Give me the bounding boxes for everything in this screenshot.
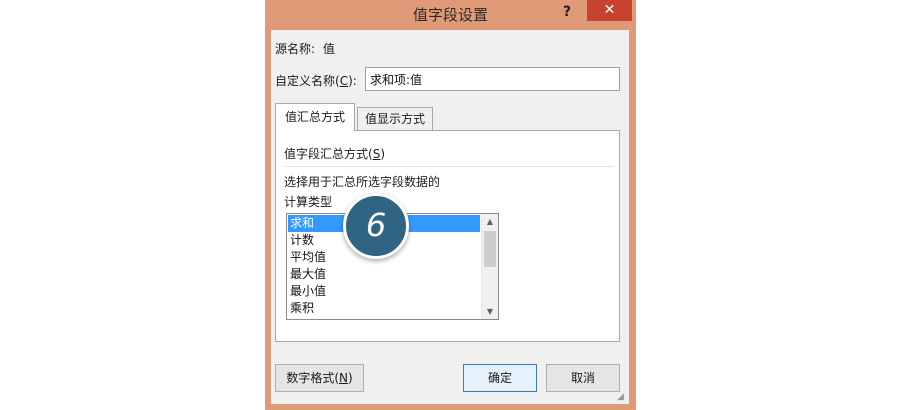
resize-grip-icon[interactable]: ◢ bbox=[617, 392, 627, 402]
custom-name-input[interactable]: 求和项:值 bbox=[365, 67, 620, 91]
dialog-window: 值字段设置 ? ✕ 源名称: 值 自定义名称(C): 求和项:值 值汇总方式 值… bbox=[265, 0, 636, 410]
number-format-button[interactable]: 数字格式(N) bbox=[275, 364, 364, 392]
source-name-label: 源名称: 值 bbox=[275, 40, 335, 57]
number-format-hotkey: N bbox=[339, 371, 348, 385]
list-item[interactable]: 最大值 bbox=[288, 266, 480, 283]
ok-button[interactable]: 确定 bbox=[463, 364, 537, 392]
list-item[interactable]: 最小值 bbox=[288, 283, 480, 300]
tab-show-values-as[interactable]: 值显示方式 bbox=[357, 107, 433, 131]
custom-name-label-pre: 自定义名称( bbox=[275, 74, 340, 88]
vertical-scrollbar[interactable]: ▲ ▼ bbox=[481, 214, 498, 319]
custom-name-label-post: ): bbox=[348, 74, 357, 88]
calc-type-label: 计算类型 bbox=[284, 195, 333, 209]
source-name-label-text: 源名称: bbox=[275, 42, 316, 56]
scroll-thumb[interactable] bbox=[484, 231, 496, 267]
number-format-pre: 数字格式( bbox=[286, 371, 339, 385]
tab-panel: 值字段汇总方式(S) 选择用于汇总所选字段数据的 计算类型 求和 计数 平均值 … bbox=[275, 130, 620, 342]
section-heading-pre: 值字段汇总方式( bbox=[284, 147, 373, 161]
dialog-body: 源名称: 值 自定义名称(C): 求和项:值 值汇总方式 值显示方式 值字段汇总… bbox=[271, 30, 629, 404]
cancel-button[interactable]: 取消 bbox=[546, 364, 620, 392]
scroll-down-icon[interactable]: ▼ bbox=[482, 304, 498, 319]
page: 值字段设置 ? ✕ 源名称: 值 自定义名称(C): 求和项:值 值汇总方式 值… bbox=[0, 0, 900, 410]
dialog-title: 值字段设置 bbox=[412, 6, 488, 24]
section-heading: 值字段汇总方式(S) bbox=[284, 145, 385, 162]
help-button[interactable]: ? bbox=[554, 2, 580, 22]
description-text: 选择用于汇总所选字段数据的 bbox=[284, 175, 441, 189]
step-number-badge: 6 bbox=[343, 193, 409, 259]
list-item[interactable]: 乘积 bbox=[288, 300, 480, 317]
custom-name-label: 自定义名称(C): bbox=[275, 72, 357, 89]
title-bar[interactable]: 值字段设置 ? ✕ bbox=[265, 0, 636, 30]
source-name-value: 值 bbox=[322, 42, 335, 56]
number-format-post: ) bbox=[347, 371, 353, 385]
section-heading-post: ) bbox=[380, 147, 385, 161]
close-button[interactable]: ✕ bbox=[587, 0, 632, 21]
tab-summarize-by[interactable]: 值汇总方式 bbox=[275, 103, 355, 131]
custom-name-hotkey: C bbox=[339, 74, 349, 88]
section-divider bbox=[284, 166, 614, 167]
scroll-up-icon[interactable]: ▲ bbox=[482, 214, 498, 229]
